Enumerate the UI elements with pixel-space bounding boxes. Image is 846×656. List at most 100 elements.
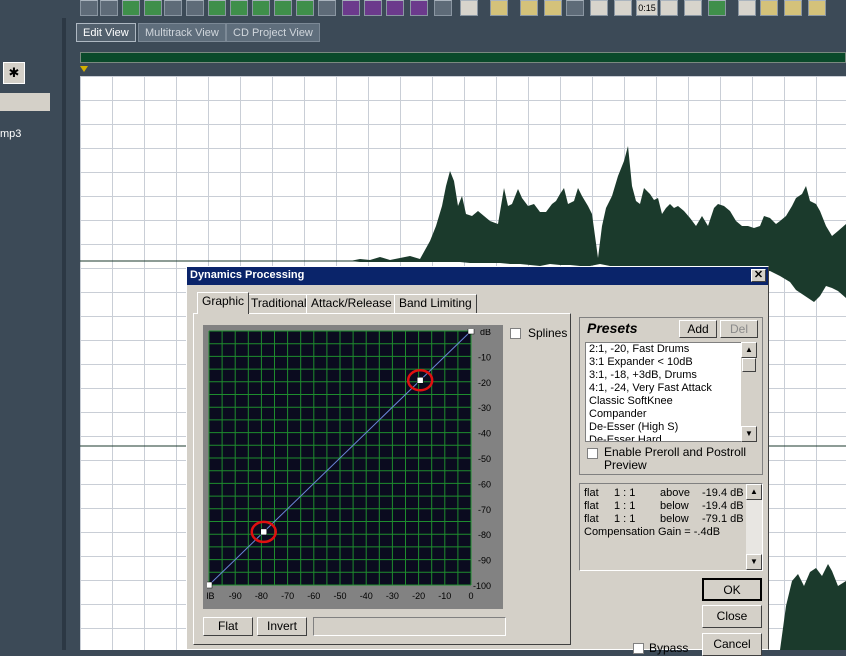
undo-icon[interactable]	[80, 0, 98, 16]
curve-handle[interactable]	[207, 581, 213, 589]
y-tick-label: -70	[478, 505, 491, 515]
mix-paste-icon[interactable]	[208, 0, 226, 16]
frequency-icon[interactable]	[410, 0, 428, 16]
undo-icon[interactable]	[590, 0, 608, 16]
paste-new-icon[interactable]	[760, 0, 778, 16]
file-list-item[interactable]: mp3	[0, 128, 21, 140]
tab-attack-release[interactable]: Attack/Release	[306, 294, 397, 313]
scroll-up-icon[interactable]: ▲	[741, 342, 757, 358]
curve-handle[interactable]	[260, 528, 268, 536]
y-tick-label: -100	[473, 581, 491, 591]
x-tick-label: -20	[412, 591, 425, 601]
panel-splitter[interactable]	[62, 18, 66, 650]
x-tick-label: -80	[255, 591, 268, 601]
splines-checkbox[interactable]	[510, 328, 521, 339]
mix-paste-icon[interactable]	[738, 0, 756, 16]
list-item[interactable]: 2:1, -20, Fast Drums	[586, 343, 757, 356]
curve-handle[interactable]	[416, 377, 424, 384]
close-button[interactable]: Close	[702, 605, 762, 628]
tab-edit-view[interactable]: Edit View	[76, 23, 136, 42]
tab-band-limiting[interactable]: Band Limiting	[394, 294, 477, 313]
time-selection-icon[interactable]	[364, 0, 382, 16]
marquee-icon[interactable]	[386, 0, 404, 16]
time-display-button[interactable]: 0:15	[636, 0, 658, 16]
help-icon[interactable]	[566, 0, 584, 16]
bypass-checkbox[interactable]	[633, 643, 644, 654]
scroll-thumb[interactable]	[742, 358, 756, 372]
x-tick-label: -60	[307, 591, 320, 601]
redo-icon[interactable]	[614, 0, 632, 16]
dialog-title: Dynamics Processing	[190, 269, 305, 281]
delete-preset-button[interactable]: Del	[720, 320, 758, 338]
cancel-button[interactable]: Cancel	[702, 633, 762, 656]
y-tick-label: -50	[478, 454, 491, 464]
scroll-down-icon[interactable]: ▼	[746, 554, 762, 570]
preroll-label: Enable Preroll and Postroll Preview	[604, 445, 747, 472]
scroll-up-icon[interactable]: ▲	[746, 484, 762, 500]
cut-icon[interactable]	[122, 0, 140, 16]
tab-traditional[interactable]: Traditional	[246, 294, 312, 313]
compensation-gain-text: Compensation Gain = -.4dB	[584, 526, 721, 538]
x-tick-label: -90	[229, 591, 242, 601]
zoom-icon[interactable]	[784, 0, 802, 16]
x-tick-label: -70	[281, 591, 294, 601]
trim-icon[interactable]	[186, 0, 204, 16]
paste-new-icon[interactable]	[230, 0, 248, 16]
settings-icon[interactable]	[544, 0, 562, 16]
waveform-overview-bar[interactable]	[80, 52, 846, 63]
metronome-icon[interactable]	[342, 0, 360, 16]
trim-icon[interactable]	[708, 0, 726, 16]
add-preset-button[interactable]: Add	[679, 320, 717, 338]
snap-icon[interactable]	[808, 0, 826, 16]
gear-icon[interactable]: ✱	[3, 62, 25, 84]
y-tick-label: dB	[480, 329, 491, 337]
info-line-3: flat 1 : 1 below -79.1 dB	[584, 513, 744, 525]
y-tick-label: -90	[478, 556, 491, 566]
splines-label: Splines	[528, 326, 568, 340]
paste-icon[interactable]	[164, 0, 182, 16]
time-display-icon[interactable]	[490, 0, 508, 16]
play-icon[interactable]	[434, 0, 452, 16]
meters-icon[interactable]	[520, 0, 538, 16]
list-item[interactable]: 4:1, -24, Very Fast Attack	[586, 382, 757, 395]
presets-heading: Presets	[587, 320, 638, 336]
presets-list[interactable]: 2:1, -20, Fast Drums 3:1 Expander < 10dB…	[585, 342, 757, 442]
flat-button[interactable]: Flat	[203, 617, 253, 636]
curve-info-box: flat 1 : 1 above -19.4 dB flat 1 : 1 below -19…	[579, 483, 763, 571]
paste-icon[interactable]	[684, 0, 702, 16]
tab-multitrack-view[interactable]: Multitrack View	[138, 23, 226, 42]
info-line-2: flat 1 : 1 below -19.4 dB	[584, 500, 744, 512]
list-item[interactable]: De-Esser Hard	[586, 434, 757, 441]
copy-icon[interactable]	[144, 0, 162, 16]
list-item[interactable]: Compander	[586, 408, 757, 421]
copy-icon[interactable]	[660, 0, 678, 16]
invert-button[interactable]: Invert	[257, 617, 307, 636]
tab-graphic[interactable]: Graphic	[197, 292, 250, 314]
list-item[interactable]: 3:1, -18, +3dB, Drums	[586, 369, 757, 382]
redo-icon[interactable]	[100, 0, 118, 16]
spectral-icon[interactable]	[318, 0, 336, 16]
x-tick-label: -50	[333, 591, 346, 601]
preroll-checkbox[interactable]	[587, 448, 598, 459]
list-item[interactable]: 3:1 Expander < 10dB	[586, 356, 757, 369]
x-tick-label: -30	[386, 591, 399, 601]
ok-button[interactable]: OK	[702, 578, 762, 601]
curve-handle[interactable]	[467, 329, 475, 335]
graph-readout-field	[313, 617, 506, 636]
y-tick-label: -80	[478, 530, 491, 540]
main-toolbar: 0:15	[0, 0, 846, 18]
playhead-marker-icon[interactable]	[80, 66, 88, 72]
zoom-in-icon[interactable]	[460, 0, 478, 16]
tab-cd-project-view[interactable]: CD Project View	[226, 23, 320, 42]
close-icon[interactable]: ✕	[751, 269, 766, 282]
scroll-down-icon[interactable]: ▼	[741, 426, 757, 442]
x-tick-label: -10	[438, 591, 451, 601]
list-item[interactable]: Classic SoftKnee	[586, 395, 757, 408]
waveform-icon[interactable]	[296, 0, 314, 16]
info-line-1: flat 1 : 1 above -19.4 dB	[584, 487, 744, 499]
dynamics-transfer-graph[interactable]: dB-90-80-70-60-50-40-30-20-100dB-10-20-3…	[207, 329, 503, 609]
snap-icon[interactable]	[274, 0, 292, 16]
file-filter-field[interactable]	[0, 93, 50, 111]
zoom-icon[interactable]	[252, 0, 270, 16]
list-item[interactable]: De-Esser (High S)	[586, 421, 757, 434]
